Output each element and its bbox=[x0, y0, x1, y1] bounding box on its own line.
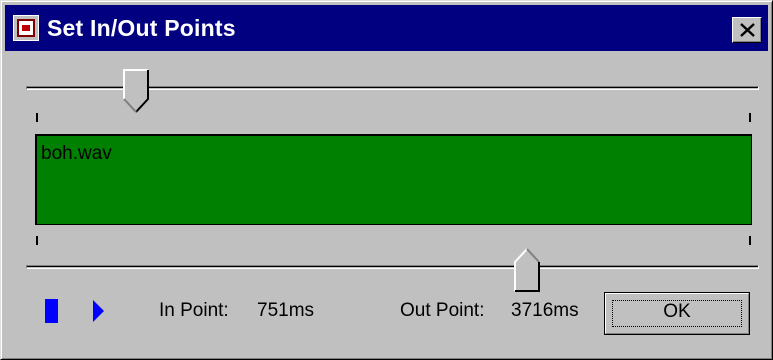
set-in-out-points-dialog: Set In/Out Points boh.wav In Point: 751m… bbox=[0, 0, 773, 360]
close-icon bbox=[740, 23, 755, 37]
in-point-slider-thumb[interactable] bbox=[123, 69, 149, 113]
out-point-label: Out Point: bbox=[400, 300, 485, 321]
in-slider-start-tick bbox=[36, 113, 38, 122]
in-slider-end-tick bbox=[749, 113, 751, 122]
out-point-slider-thumb[interactable] bbox=[514, 248, 540, 292]
out-slider-start-tick bbox=[36, 236, 38, 245]
in-point-label: In Point: bbox=[159, 300, 229, 321]
close-button[interactable] bbox=[732, 17, 762, 43]
film-clip-icon bbox=[13, 15, 39, 41]
file-name-label: boh.wav bbox=[41, 143, 112, 164]
out-point-value: 3716ms bbox=[511, 300, 579, 321]
ok-button[interactable]: OK bbox=[604, 292, 750, 335]
in-point-value: 751ms bbox=[257, 300, 315, 321]
out-slider-end-tick bbox=[749, 236, 751, 245]
play-icon[interactable] bbox=[93, 300, 104, 322]
stop-icon[interactable] bbox=[45, 299, 58, 323]
out-point-slider-track[interactable] bbox=[26, 265, 759, 269]
waveform-panel[interactable]: boh.wav bbox=[35, 134, 752, 225]
window-title: Set In/Out Points bbox=[47, 15, 236, 41]
title-bar[interactable]: Set In/Out Points bbox=[5, 5, 768, 51]
ok-button-label: OK bbox=[663, 301, 691, 322]
